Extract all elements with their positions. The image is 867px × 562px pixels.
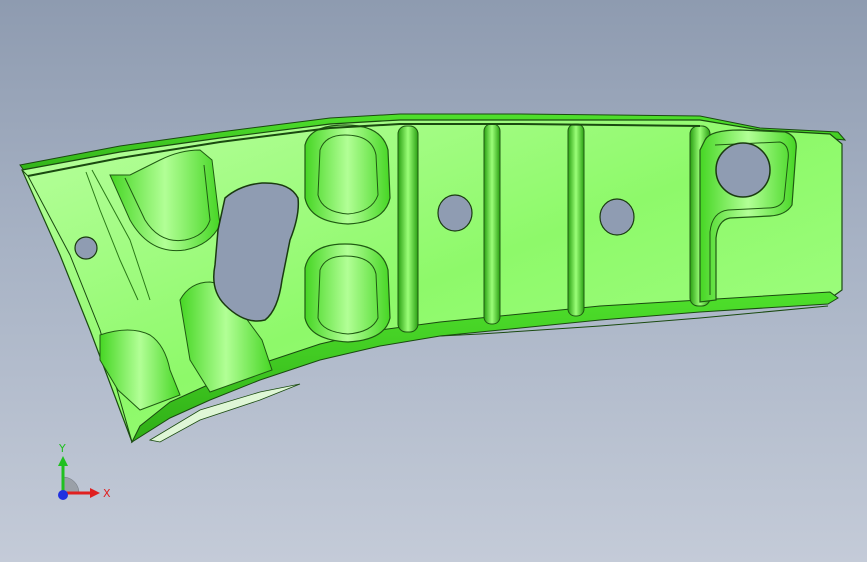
3d-viewport[interactable]: Y X [0,0,867,562]
rib-3 [567,123,585,317]
coordinate-triad: Y X [58,442,111,500]
hole-left-small [74,236,98,260]
triad-plane-icon [62,476,80,494]
x-axis-arrow-icon [90,488,100,498]
y-axis-label: Y [58,442,66,455]
rib-2 [483,123,501,325]
hole-center-1 [437,194,473,232]
x-axis-label: X [103,487,111,500]
rib-1 [397,125,419,333]
hole-right-large [715,142,771,198]
y-axis-arrow-icon [58,456,68,466]
hole-center-2 [599,198,635,236]
part-model[interactable] [0,0,867,562]
z-axis-icon [58,490,68,500]
